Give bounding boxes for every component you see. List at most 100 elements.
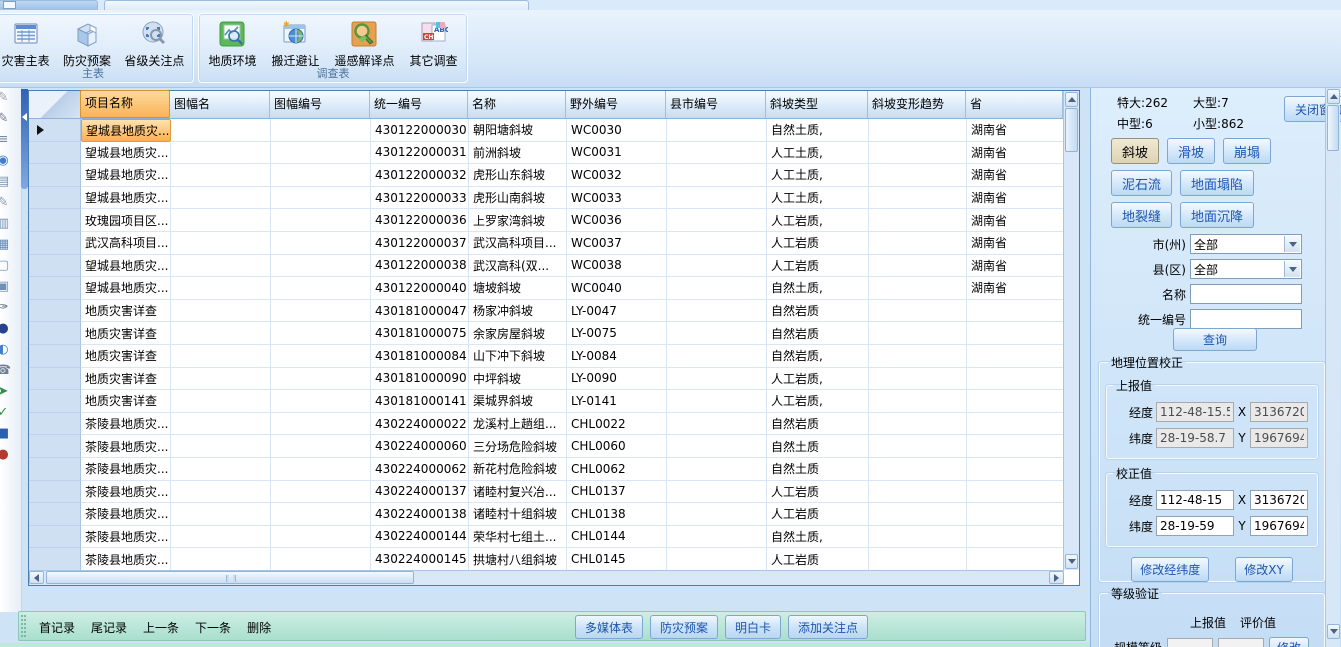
modify-lnglat-button[interactable]: 修改经纬度: [1131, 557, 1209, 582]
column-header-4[interactable]: 名称: [468, 91, 566, 118]
table-cell[interactable]: 430224000062: [371, 458, 469, 481]
sidebar-tool-icon[interactable]: ✓: [0, 406, 12, 419]
panel-scroll-up-button[interactable]: [1327, 89, 1340, 104]
sidebar-tool-icon[interactable]: ✑: [0, 301, 12, 314]
table-cell[interactable]: 虎形山东斜坡: [469, 164, 567, 187]
sidebar-tool-icon[interactable]: ✎: [0, 196, 12, 209]
table-cell[interactable]: CHL0138: [567, 503, 667, 526]
table-cell[interactable]: [171, 345, 271, 368]
row-selector[interactable]: [29, 435, 81, 458]
table-cell[interactable]: [869, 548, 967, 571]
table-cell[interactable]: 地质灾害详查: [81, 368, 171, 391]
row-selector[interactable]: [29, 277, 81, 300]
table-cell[interactable]: LY-0047: [567, 300, 667, 323]
table-cell[interactable]: 望城县地质灾...: [81, 119, 171, 142]
record-action-button-3[interactable]: 添加关注点: [788, 615, 868, 639]
table-cell[interactable]: LY-0090: [567, 368, 667, 391]
table-cell[interactable]: WC0037: [567, 232, 667, 255]
sidebar-tool-icon[interactable]: ▤: [0, 175, 12, 188]
table-cell[interactable]: 人工岩质: [767, 481, 869, 504]
table-cell[interactable]: 430224000060: [371, 435, 469, 458]
sidebar-tool-icon[interactable]: ●: [0, 448, 12, 461]
table-cell[interactable]: 望城县地质灾...: [81, 142, 171, 165]
table-cell[interactable]: 新花村危险斜坡: [469, 458, 567, 481]
table-cell[interactable]: 自然岩质,: [767, 345, 869, 368]
table-cell[interactable]: [271, 435, 371, 458]
table-cell[interactable]: WC0036: [567, 209, 667, 232]
table-cell[interactable]: 自然土质,: [767, 277, 869, 300]
table-cell[interactable]: 430224000145: [371, 548, 469, 571]
record-nav-link-4[interactable]: 删除: [247, 619, 271, 636]
table-cell[interactable]: [271, 164, 371, 187]
table-cell[interactable]: [271, 458, 371, 481]
table-cell[interactable]: [171, 164, 271, 187]
grid-vscroll-thumb[interactable]: [1065, 108, 1078, 152]
county-dropdown[interactable]: 全部: [1190, 259, 1302, 279]
table-cell[interactable]: [271, 209, 371, 232]
table-cell[interactable]: CHL0145: [567, 548, 667, 571]
row-selector[interactable]: [29, 119, 81, 142]
table-cell[interactable]: [171, 142, 271, 165]
table-cell[interactable]: 上罗家湾斜坡: [469, 209, 567, 232]
column-header-2[interactable]: 图幅编号: [270, 91, 370, 118]
table-cell[interactable]: 430122000037: [371, 232, 469, 255]
table-cell[interactable]: [271, 255, 371, 278]
sidebar-tool-icon[interactable]: ✎: [0, 91, 12, 104]
table-cell[interactable]: 湖南省: [967, 164, 1064, 187]
sidebar-tool-icon[interactable]: ✎: [0, 112, 12, 125]
table-cell[interactable]: 自然岩质: [767, 413, 869, 436]
table-cell[interactable]: 诸睦村复兴冶...: [469, 481, 567, 504]
table-cell[interactable]: 430122000040: [371, 277, 469, 300]
sidebar-tool-icon[interactable]: ■: [0, 427, 12, 440]
table-cell[interactable]: 望城县地质灾...: [81, 164, 171, 187]
row-selector[interactable]: [29, 413, 81, 436]
table-cell[interactable]: 430122000033: [371, 187, 469, 210]
table-cell[interactable]: 430122000031: [371, 142, 469, 165]
table-cell[interactable]: WC0038: [567, 255, 667, 278]
table-cell[interactable]: 地质灾害详查: [81, 390, 171, 413]
table-cell[interactable]: 自然土质: [767, 435, 869, 458]
table-cell[interactable]: 430181000075: [371, 322, 469, 345]
table-cell[interactable]: 湖南省: [967, 142, 1064, 165]
table-cell[interactable]: [869, 345, 967, 368]
column-header-3[interactable]: 统一编号: [370, 91, 468, 118]
table-cell[interactable]: 武汉高科项目...: [81, 232, 171, 255]
table-cell[interactable]: 人工土质,: [767, 142, 869, 165]
table-cell[interactable]: [667, 164, 767, 187]
table-cell[interactable]: [271, 390, 371, 413]
column-header-9[interactable]: 省: [966, 91, 1063, 118]
table-cell[interactable]: CHL0022: [567, 413, 667, 436]
table-cell[interactable]: 望城县地质灾...: [81, 255, 171, 278]
table-cell[interactable]: [171, 277, 271, 300]
panel-vscroll-thumb[interactable]: [1327, 105, 1339, 151]
column-header-1[interactable]: 图幅名: [170, 91, 270, 118]
table-cell[interactable]: [271, 232, 371, 255]
prevention-plan-button[interactable]: 防灾预案: [59, 16, 115, 71]
grade-modify-button[interactable]: 修改: [1269, 637, 1309, 647]
table-cell[interactable]: [967, 435, 1064, 458]
table-cell[interactable]: [869, 142, 967, 165]
chevron-down-icon[interactable]: [1284, 261, 1300, 277]
row-selector[interactable]: [29, 390, 81, 413]
table-cell[interactable]: 虎形山南斜坡: [469, 187, 567, 210]
row-selector[interactable]: [29, 187, 81, 210]
table-cell[interactable]: WC0032: [567, 164, 667, 187]
table-cell[interactable]: [271, 345, 371, 368]
table-cell[interactable]: 荣华村七组土...: [469, 526, 567, 549]
row-selector[interactable]: [29, 142, 81, 165]
table-cell[interactable]: [967, 345, 1064, 368]
grid-corner-cell[interactable]: [29, 91, 81, 118]
table-cell[interactable]: [667, 413, 767, 436]
table-cell[interactable]: [869, 390, 967, 413]
table-cell[interactable]: [967, 300, 1064, 323]
scroll-down-button[interactable]: [1065, 554, 1078, 569]
table-cell[interactable]: [967, 458, 1064, 481]
category-button-6[interactable]: 地面沉降: [1180, 202, 1254, 228]
table-cell[interactable]: 430181000090: [371, 368, 469, 391]
table-cell[interactable]: 430224000144: [371, 526, 469, 549]
table-cell[interactable]: 人工土质,: [767, 164, 869, 187]
table-cell[interactable]: [967, 322, 1064, 345]
table-cell[interactable]: [967, 548, 1064, 571]
table-cell[interactable]: [667, 300, 767, 323]
table-cell[interactable]: [869, 232, 967, 255]
